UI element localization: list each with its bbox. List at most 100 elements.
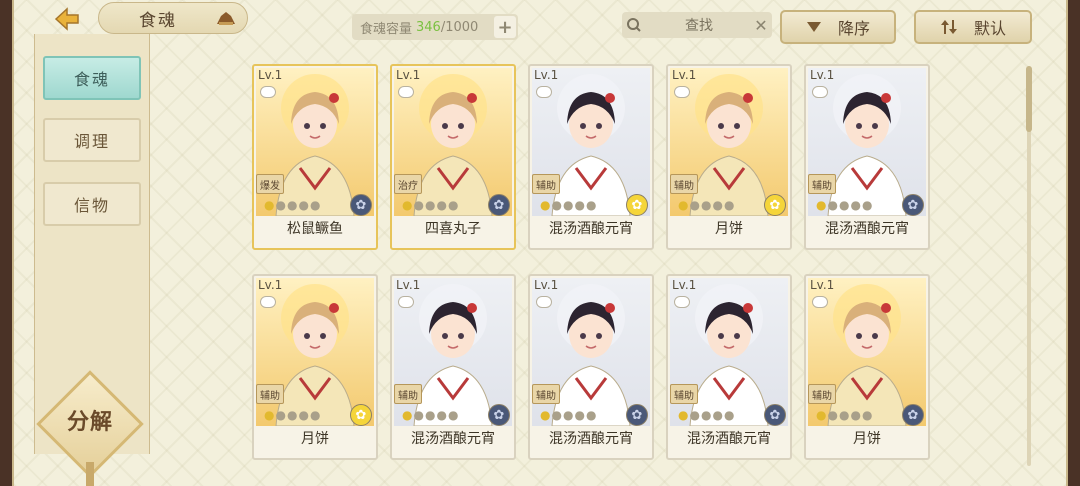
level-label: Lv.1 — [396, 278, 421, 292]
clear-search-icon[interactable]: ✕ — [750, 16, 772, 35]
character-name: 混汤酒酿元宵 — [687, 431, 771, 447]
character-name: 混汤酒酿元宵 — [549, 431, 633, 447]
sort-arrows-icon — [940, 20, 957, 34]
role-badge: 辅助 — [808, 174, 836, 194]
star-rating: ● ● ● ● ● — [678, 198, 734, 212]
chat-bubble-icon — [398, 86, 414, 98]
star-icon: ● — [413, 408, 424, 422]
back-button[interactable] — [44, 4, 90, 34]
star-icon: ● — [838, 198, 850, 212]
food-soul-card[interactable]: Lv.1 辅助 ● ● ● ● ● ✿ 月饼 — [666, 64, 792, 250]
star-icon: ● — [298, 408, 309, 422]
star-icon: ● — [861, 198, 873, 212]
food-soul-card[interactable]: Lv.1 辅助 ● ● ● ● ● ✿ 混汤酒酿元宵 — [390, 274, 516, 460]
star-rating: ● ● ● ● ● — [816, 198, 872, 212]
level-label: Lv.1 — [258, 68, 283, 82]
dark-emblem-icon: ✿ — [626, 404, 648, 426]
star-icon: ● — [574, 198, 585, 212]
page-title-tab: 食魂 — [98, 2, 248, 34]
food-soul-card[interactable]: Lv.1 辅助 ● ● ● ● ● ✿ 混汤酒酿元宵 — [804, 64, 930, 250]
star-icon: ● — [413, 198, 424, 212]
star-icon: ● — [827, 408, 838, 422]
dark-emblem-icon: ✿ — [902, 404, 924, 426]
search-input[interactable]: 查找 ✕ — [622, 12, 772, 38]
star-icon: ● — [700, 198, 712, 212]
star-icon: ● — [816, 198, 827, 212]
flower-emblem-icon: ✿ — [350, 404, 372, 426]
chat-bubble-icon — [536, 296, 552, 308]
food-soul-card[interactable]: Lv.1 爆发 ● ● ● ● ● ✿ 松鼠鳜鱼 — [252, 64, 378, 250]
chat-bubble-icon — [812, 296, 828, 308]
star-icon: ● — [286, 408, 298, 422]
food-soul-card[interactable]: Lv.1 辅助 ● ● ● ● ● ✿ 月饼 — [252, 274, 378, 460]
star-icon: ● — [827, 198, 838, 212]
level-label: Lv.1 — [534, 278, 559, 292]
star-rating: ● ● ● ● ● — [402, 408, 458, 422]
star-icon: ● — [712, 408, 723, 422]
capacity-display: 食魂容量 346 /1000 + — [352, 14, 518, 40]
star-icon: ● — [540, 408, 551, 422]
level-label: Lv.1 — [534, 68, 559, 82]
role-badge: 辅助 — [808, 384, 836, 404]
role-badge: 治疗 — [394, 174, 422, 194]
character-name: 月饼 — [853, 431, 881, 447]
star-icon: ● — [678, 408, 689, 422]
food-soul-card[interactable]: Lv.1 辅助 ● ● ● ● ● ✿ 混汤酒酿元宵 — [666, 274, 792, 460]
chat-bubble-icon — [674, 86, 690, 98]
star-icon: ● — [816, 408, 827, 422]
page-title: 食魂 — [139, 10, 177, 31]
star-icon: ● — [275, 198, 286, 212]
sidebar-item-food-soul[interactable]: 食魂 — [43, 56, 141, 100]
star-rating: ● ● ● ● ● — [540, 408, 596, 422]
food-soul-card[interactable]: Lv.1 辅助 ● ● ● ● ● ✿ 混汤酒酿元宵 — [528, 64, 654, 250]
sidebar-item-tokens[interactable]: 信物 — [43, 182, 141, 226]
star-icon: ● — [850, 198, 861, 212]
star-icon: ● — [689, 198, 700, 212]
food-soul-card[interactable]: Lv.1 辅助 ● ● ● ● ● ✿ 混汤酒酿元宵 — [528, 274, 654, 460]
star-icon: ● — [574, 408, 585, 422]
dark-emblem-icon: ✿ — [488, 194, 510, 216]
star-icon: ● — [723, 198, 735, 212]
sort-order-button[interactable]: 降序 — [780, 10, 896, 44]
expand-capacity-button[interactable]: + — [494, 16, 516, 38]
star-icon: ● — [436, 408, 447, 422]
decompose-label[interactable]: 分解 — [52, 404, 128, 436]
star-icon: ● — [551, 198, 562, 212]
star-icon: ● — [689, 408, 700, 422]
sidebar-item-cooking[interactable]: 调理 — [43, 118, 141, 162]
character-name: 混汤酒酿元宵 — [411, 431, 495, 447]
star-icon: ● — [540, 198, 551, 212]
capacity-max: /1000 — [440, 19, 479, 35]
sort-order-label: 降序 — [837, 19, 870, 38]
level-label: Lv.1 — [396, 68, 421, 82]
role-badge: 辅助 — [394, 384, 422, 404]
dark-emblem-icon: ✿ — [764, 404, 786, 426]
star-icon: ● — [436, 198, 447, 212]
food-soul-card[interactable]: Lv.1 辅助 ● ● ● ● ● ✿ 月饼 — [804, 274, 930, 460]
level-label: Lv.1 — [258, 278, 283, 292]
flower-emblem-icon: ✿ — [626, 194, 648, 216]
star-rating: ● ● ● ● ● — [540, 198, 596, 212]
character-name: 混汤酒酿元宵 — [825, 221, 909, 237]
star-icon: ● — [551, 408, 562, 422]
star-rating: ● ● ● ● ● — [816, 408, 872, 422]
star-icon: ● — [585, 198, 597, 212]
food-soul-card[interactable]: Lv.1 治疗 ● ● ● ● ● ✿ 四喜丸子 — [390, 64, 516, 250]
level-label: Lv.1 — [810, 278, 835, 292]
search-icon — [627, 18, 641, 32]
flower-emblem-icon: ✿ — [764, 194, 786, 216]
star-icon: ● — [562, 198, 574, 212]
star-rating: ● ● ● ● ● — [264, 408, 320, 422]
star-icon: ● — [838, 408, 850, 422]
star-icon: ● — [447, 408, 459, 422]
dark-emblem-icon: ✿ — [488, 404, 510, 426]
star-icon: ● — [562, 408, 574, 422]
dark-emblem-icon: ✿ — [902, 194, 924, 216]
star-icon: ● — [424, 198, 436, 212]
star-icon: ● — [447, 198, 459, 212]
star-icon: ● — [309, 408, 321, 422]
character-name: 松鼠鳜鱼 — [287, 221, 343, 237]
sort-mode-button[interactable]: 默认 — [914, 10, 1032, 44]
star-icon: ● — [264, 408, 275, 422]
scrollbar-thumb[interactable] — [1026, 66, 1032, 132]
